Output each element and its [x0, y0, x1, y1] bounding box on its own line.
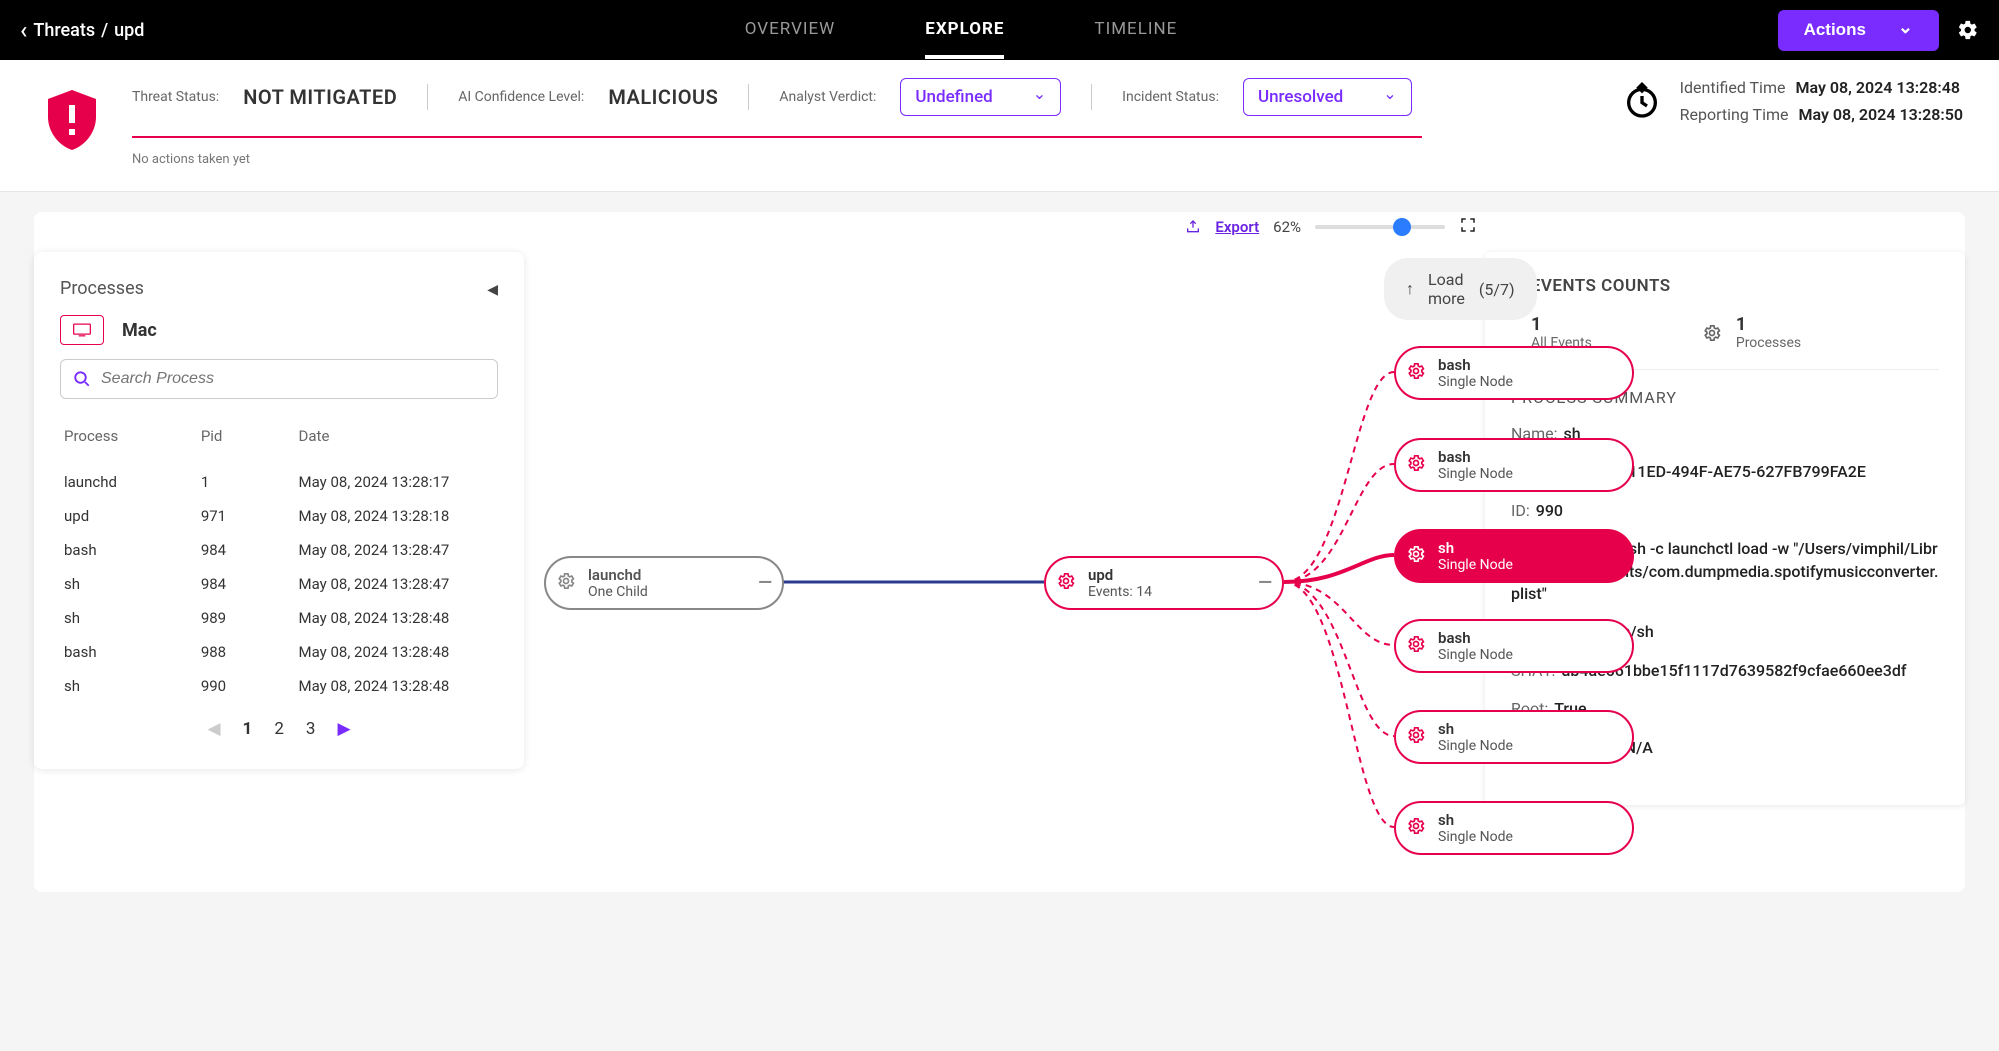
analyst-verdict-dropdown[interactable]: Undefined [900, 78, 1061, 116]
export-link[interactable]: Export [1215, 218, 1259, 236]
pager-next[interactable]: ▶ [337, 719, 350, 739]
main-panel: Processes Mac Process Pid Date launchd1M… [34, 212, 1965, 892]
pager-page[interactable]: 1 [243, 719, 253, 739]
node-sh-5[interactable]: shSingle Node [1394, 801, 1634, 855]
process-graph: Export 62% Load more (5/7) launchdOne Ch [524, 212, 1485, 892]
collapse-indicator[interactable]: — [1258, 573, 1272, 594]
table-row[interactable]: upd971May 08, 2024 13:28:18 [60, 499, 498, 533]
zoom-slider-thumb[interactable] [1393, 218, 1411, 236]
tab-timeline[interactable]: TIMELINE [1094, 1, 1177, 59]
zoom-slider[interactable] [1315, 225, 1445, 229]
col-pid: Pid [201, 427, 299, 445]
chevron-down-icon [1898, 20, 1913, 41]
gear-icon [1406, 634, 1426, 658]
process-table-body: launchd1May 08, 2024 13:28:17upd971May 0… [60, 465, 498, 703]
os-icon [60, 315, 104, 345]
identified-time-value: May 08, 2024 13:28:48 [1795, 78, 1960, 97]
ai-confidence-label: AI Confidence Level: [458, 89, 584, 105]
gear-icon [1702, 323, 1722, 343]
all-events-count: 1 [1531, 314, 1592, 335]
ai-confidence-value: MALICIOUS [608, 85, 718, 109]
table-row[interactable]: bash988May 08, 2024 13:28:48 [60, 635, 498, 669]
gear-icon [1406, 544, 1426, 568]
tab-overview[interactable]: OVERVIEW [745, 1, 836, 59]
actions-button[interactable]: Actions [1778, 10, 1939, 51]
node-upd[interactable]: updEvents: 14 — [1044, 556, 1284, 610]
node-bash-0[interactable]: bashSingle Node [1394, 346, 1634, 400]
os-name: Mac [122, 320, 157, 341]
settings-icon[interactable] [1957, 19, 1979, 41]
gear-icon [1406, 361, 1426, 385]
search-process-field[interactable] [101, 370, 485, 388]
search-process-input[interactable] [60, 359, 498, 399]
breadcrumb-current: upd [114, 20, 144, 41]
threat-status-label: Threat Status: [132, 89, 219, 105]
gear-icon [1406, 816, 1426, 840]
processes-title: Processes [60, 278, 144, 299]
reporting-time-value: May 08, 2024 13:28:50 [1798, 105, 1963, 124]
table-row[interactable]: sh990May 08, 2024 13:28:48 [60, 669, 498, 703]
pager: ◀ 1 2 3 ▶ [60, 719, 498, 739]
table-row[interactable]: sh989May 08, 2024 13:28:48 [60, 601, 498, 635]
node-launchd[interactable]: launchdOne Child — [544, 556, 784, 610]
threat-status-value: NOT MITIGATED [243, 85, 397, 109]
gear-icon [1406, 725, 1426, 749]
table-row[interactable]: bash984May 08, 2024 13:28:47 [60, 533, 498, 567]
load-more-label: Load more [1428, 270, 1465, 308]
breadcrumb[interactable]: Threats / upd [20, 18, 144, 43]
tabs: OVERVIEW EXPLORE TIMELINE [144, 1, 1777, 59]
processes-label: Processes [1736, 335, 1801, 351]
pager-prev[interactable]: ◀ [207, 719, 220, 739]
search-icon [73, 370, 91, 388]
table-row[interactable]: launchd1May 08, 2024 13:28:17 [60, 465, 498, 499]
gear-icon [1056, 571, 1076, 595]
load-more-button[interactable]: Load more (5/7) [1384, 258, 1537, 320]
fullscreen-icon[interactable] [1459, 216, 1477, 238]
pager-page[interactable]: 3 [306, 719, 316, 739]
collapse-left-icon[interactable] [487, 278, 498, 299]
process-table-header: Process Pid Date [60, 417, 498, 455]
node-bash-3[interactable]: bashSingle Node [1394, 619, 1634, 673]
analyst-verdict-label: Analyst Verdict: [779, 89, 876, 105]
node-sh-4[interactable]: shSingle Node [1394, 710, 1634, 764]
processes-panel: Processes Mac Process Pid Date launchd1M… [34, 252, 524, 769]
clock-icon [1622, 81, 1662, 121]
arrow-up-icon [1406, 279, 1414, 299]
gear-icon [1406, 453, 1426, 477]
identified-time-label: Identified Time [1680, 78, 1786, 97]
events-counts-header[interactable]: EVENTS COUNTS [1511, 276, 1939, 296]
incident-status-value: Unresolved [1258, 87, 1343, 107]
status-strip: Threat Status: NOT MITIGATED AI Confiden… [0, 60, 1999, 192]
time-info: Identified Time May 08, 2024 13:28:48 Rep… [1622, 78, 1963, 124]
zoom-percentage: 62% [1273, 218, 1301, 236]
chevron-down-icon [1033, 87, 1046, 107]
topbar: Threats / upd OVERVIEW EXPLORE TIMELINE … [0, 0, 1999, 60]
processes-count: 1 [1736, 314, 1801, 335]
incident-status-label: Incident Status: [1122, 89, 1219, 105]
actions-label: Actions [1804, 20, 1866, 40]
chevron-left-icon [20, 18, 27, 43]
node-sh-2[interactable]: shSingle Node [1394, 529, 1634, 583]
graph-toolbar: Export 62% [1185, 216, 1477, 238]
chevron-down-icon [1383, 87, 1396, 107]
col-date: Date [299, 427, 494, 445]
reporting-time-label: Reporting Time [1680, 105, 1789, 124]
breadcrumb-parent: Threats [33, 20, 95, 41]
load-more-count: (5/7) [1479, 280, 1515, 299]
node-bash-1[interactable]: bashSingle Node [1394, 438, 1634, 492]
table-row[interactable]: sh984May 08, 2024 13:28:47 [60, 567, 498, 601]
analyst-verdict-value: Undefined [915, 87, 992, 107]
collapse-indicator[interactable]: — [758, 573, 772, 594]
ps-id: 990 [1536, 501, 1563, 520]
pager-page[interactable]: 2 [274, 719, 284, 739]
threat-shield-icon [36, 84, 108, 156]
col-process: Process [64, 427, 201, 445]
no-actions-text: No actions taken yet [132, 152, 1422, 167]
export-icon[interactable] [1185, 219, 1201, 235]
tab-explore[interactable]: EXPLORE [925, 1, 1004, 59]
incident-status-dropdown[interactable]: Unresolved [1243, 78, 1412, 116]
status-main: Threat Status: NOT MITIGATED AI Confiden… [132, 78, 1422, 167]
gear-icon [556, 571, 576, 595]
